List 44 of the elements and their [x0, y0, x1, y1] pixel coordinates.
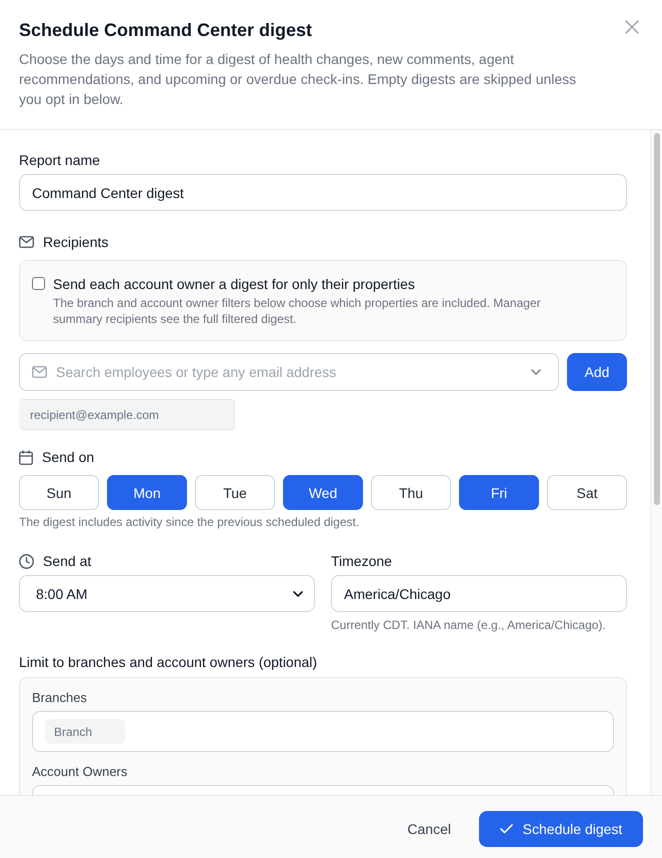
calendar-icon — [19, 450, 33, 464]
checkbox-label: Send each account owner a digest for only their properties — [53, 275, 416, 294]
branches-field[interactable]: Branch — [32, 711, 614, 752]
checkbox[interactable] — [32, 277, 45, 290]
day-toggle[interactable]: Tue — [195, 475, 275, 510]
account-owners-field[interactable] — [32, 785, 614, 795]
day-toggle[interactable]: Fri — [459, 475, 539, 510]
chevron-down-icon — [531, 369, 541, 375]
option-help-text: The branch and account owner filters below choose which properties are included. Manager summary recipients see the full filtered digest. — [53, 295, 542, 327]
clock-icon — [19, 554, 34, 568]
field-label: Report name — [19, 151, 101, 170]
branch-input[interactable]: Branch — [45, 719, 125, 744]
schedule-button[interactable]: Schedule digest — [479, 811, 643, 847]
recipient-search-field[interactable]: Search employees or type any email address — [19, 353, 559, 391]
day-toggle[interactable]: Sat — [547, 475, 627, 510]
day-toggle[interactable]: Wed — [283, 475, 363, 510]
help-text: Currently CDT. IANA name (e.g., America/Chicago). — [331, 617, 607, 633]
check-icon — [500, 824, 513, 834]
dialog-title: Schedule Command Center digest — [19, 19, 312, 42]
section-label: Recipients — [43, 233, 108, 252]
envelope-icon — [19, 236, 34, 248]
report-name-field[interactable]: Command Center digest — [19, 174, 627, 211]
scrollbar-track[interactable] — [650, 130, 662, 795]
chevron-down-icon — [293, 590, 303, 596]
field-label: Send at — [43, 552, 92, 571]
field-label: Timezone — [331, 552, 393, 571]
recipient-email-field[interactable]: recipient@example.com — [19, 399, 235, 430]
add-button[interactable]: Add — [567, 353, 627, 391]
day-toggle[interactable]: Mon — [107, 475, 187, 510]
scrollbar-thumb[interactable] — [654, 133, 660, 505]
day-toggle[interactable]: Thu — [371, 475, 451, 510]
cancel-button[interactable]: Cancel — [391, 811, 467, 847]
dialog-description: Choose the days and time for a digest of health changes, new comments, agent recommendations, and upcoming or overdue check-ins. Empty digests are skipped unless you opt in below. — [19, 50, 578, 109]
help-text: The digest includes activity since the previous scheduled digest. — [19, 514, 360, 530]
time-select[interactable]: 8:00 AM — [19, 575, 315, 612]
field-label: Account Owners — [32, 763, 128, 781]
day-toggle[interactable]: Sun — [19, 475, 99, 510]
section-label: Send on — [42, 448, 94, 467]
field-label: Branches — [32, 689, 88, 707]
close-button[interactable] — [625, 20, 639, 34]
envelope-icon — [32, 366, 47, 378]
section-label: Limit to branches and account owners (optional) — [19, 653, 318, 672]
timezone-field[interactable]: America/Chicago — [331, 575, 627, 612]
close-icon — [625, 20, 639, 34]
